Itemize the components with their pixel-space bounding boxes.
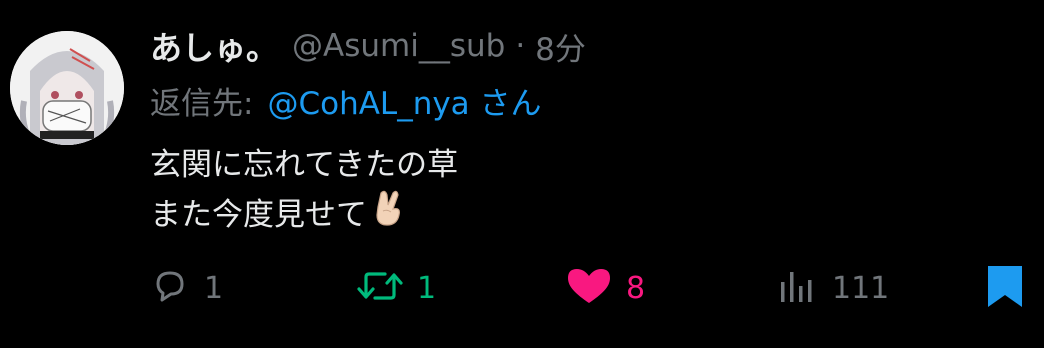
tweet-header: あしゅ。 @Asumi__sub · 8分	[150, 22, 586, 70]
like-action[interactable]: 8	[566, 262, 645, 314]
views-count: 111	[832, 270, 890, 306]
tweet-text-line-1: 玄関に忘れてきたの草	[150, 147, 459, 183]
retweet-icon[interactable]	[357, 266, 403, 310]
retweet-action[interactable]: 1	[357, 262, 436, 314]
reply-label: 返信先:	[150, 85, 254, 122]
avatar-image	[10, 31, 124, 145]
tweet-text-line: 玄関に忘れてきたの草	[150, 140, 458, 190]
retweet-count: 1	[417, 270, 437, 306]
reply-bubble-icon[interactable]	[150, 266, 190, 310]
reply-target-link[interactable]: @CohAL_nya さん	[267, 78, 541, 123]
tweet-text-line: また今度見せて	[150, 190, 458, 240]
crossed-fingers-emoji-icon	[371, 189, 405, 242]
views-action[interactable]: 111	[778, 262, 889, 314]
separator-dot: ·	[515, 28, 526, 64]
action-bar: 1 1 8 111	[0, 262, 1044, 314]
avatar[interactable]	[10, 31, 124, 145]
heart-icon[interactable]	[566, 266, 612, 310]
like-count: 8	[626, 270, 646, 306]
bookmark-icon[interactable]	[985, 263, 1025, 313]
timestamp[interactable]: 8分	[535, 24, 586, 69]
tweet-body: 玄関に忘れてきたの草 また今度見せて	[150, 140, 458, 240]
reply-context: 返信先: @CohAL_nya さん	[150, 76, 542, 124]
user-handle[interactable]: @Asumi__sub	[292, 28, 505, 64]
display-name[interactable]: あしゅ。	[150, 23, 278, 69]
bookmark-action[interactable]	[985, 262, 1025, 314]
views-bar-chart-icon[interactable]	[778, 266, 818, 310]
reply-count: 1	[204, 270, 224, 306]
tweet-text-line-2: また今度見せて	[150, 197, 367, 233]
reply-action[interactable]: 1	[150, 262, 223, 314]
